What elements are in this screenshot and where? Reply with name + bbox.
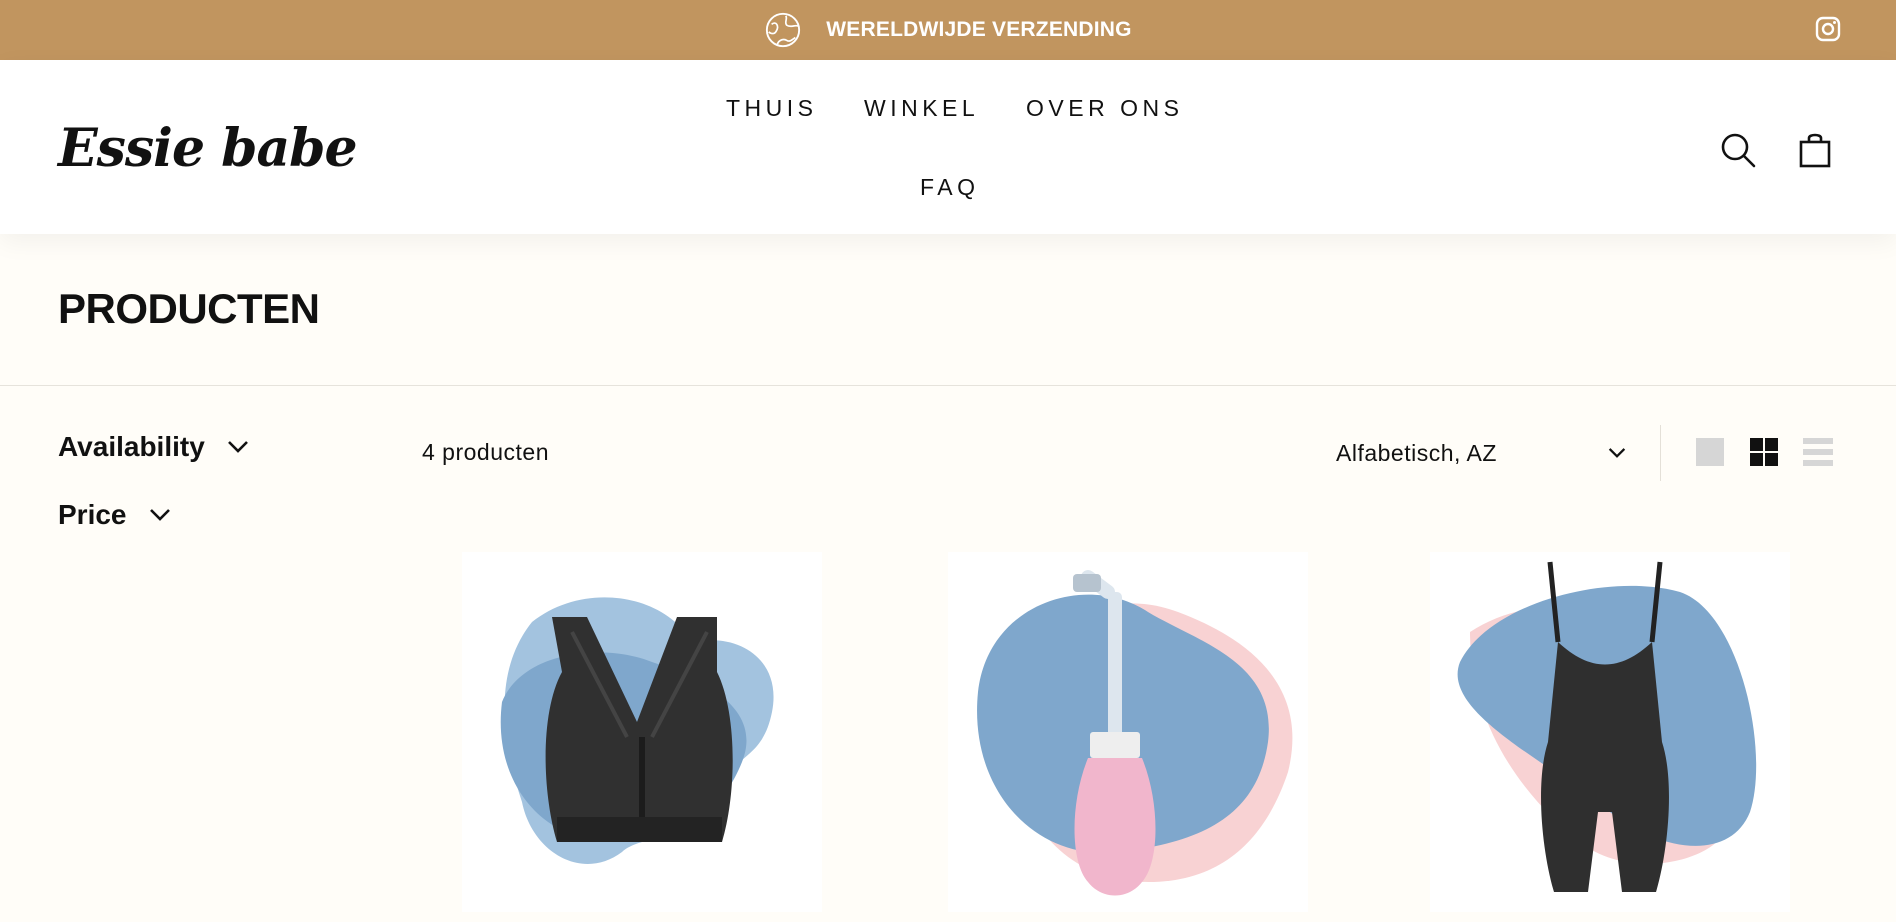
announcement-bar: WERELDWIJDE VERZENDING — [0, 0, 1896, 60]
bag-icon[interactable] — [1795, 130, 1835, 170]
instagram-icon[interactable] — [1814, 15, 1842, 43]
large-view-icon[interactable] — [1694, 436, 1726, 468]
product-card[interactable] — [1430, 552, 1790, 912]
product-image-peri-bottle — [977, 570, 1293, 896]
list-view-icon[interactable] — [1802, 436, 1834, 468]
product-card[interactable] — [948, 552, 1308, 912]
nav-link-over-ons[interactable]: OVER ONS — [1026, 95, 1183, 122]
filter-label: Availability — [58, 431, 205, 462]
filter-price[interactable]: Price — [58, 499, 171, 531]
main-nav: THUIS WINKEL OVER ONS FAQ — [680, 60, 1220, 234]
globe-icon — [766, 12, 801, 48]
chevron-down-icon — [227, 441, 248, 453]
sort-select[interactable]: Alfabetisch, AZ — [1336, 436, 1626, 470]
announcement-text: WERELDWIJDE VERZENDING — [826, 18, 1132, 41]
nav-link-winkel[interactable]: WINKEL — [864, 95, 979, 122]
product-image-bra — [500, 597, 774, 864]
chevron-down-icon — [149, 509, 170, 521]
search-icon[interactable] — [1718, 130, 1758, 170]
filter-availability[interactable]: Availability — [58, 431, 249, 463]
product-card[interactable] — [462, 552, 822, 912]
sort-value: Alfabetisch, AZ — [1336, 439, 1497, 466]
filter-label: Price — [58, 499, 127, 530]
site-logo[interactable]: Essie babe — [58, 118, 358, 179]
nav-link-thuis[interactable]: THUIS — [726, 95, 818, 122]
grid-view-icon[interactable] — [1748, 436, 1780, 468]
divider — [1660, 425, 1661, 481]
nav-link-faq[interactable]: FAQ — [920, 174, 980, 201]
divider — [0, 385, 1896, 386]
site-header: Essie babe THUIS WINKEL OVER ONS FAQ — [0, 60, 1896, 234]
page-title: PRODUCTEN — [58, 285, 320, 332]
product-count: 4 producten — [422, 439, 549, 465]
product-image-bodysuit — [1457, 561, 1757, 892]
chevron-down-icon — [1608, 448, 1626, 458]
